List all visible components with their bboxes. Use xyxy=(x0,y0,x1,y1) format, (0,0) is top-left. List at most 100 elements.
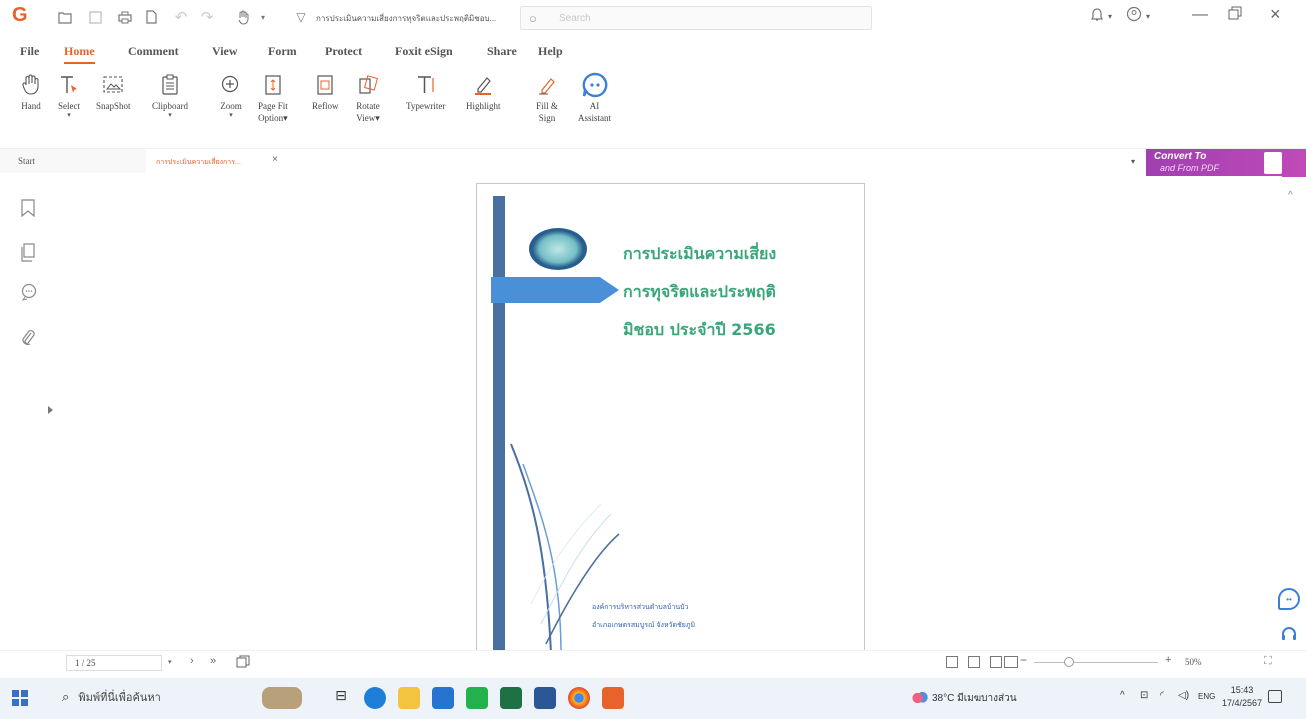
page-arrow-banner xyxy=(491,277,619,303)
ai-assistant-button[interactable]: AI Assistant xyxy=(578,70,611,124)
chevron-down-icon[interactable]: ▾ xyxy=(252,6,274,28)
ai-assistant-icon xyxy=(582,70,608,100)
close-button[interactable]: × xyxy=(1270,4,1281,25)
chevron-down-icon[interactable]: ▾ xyxy=(1146,12,1150,21)
account-icon[interactable] xyxy=(1126,6,1142,27)
full-screen-icon[interactable]: ⛶ xyxy=(1264,655,1272,668)
restore-button[interactable] xyxy=(1228,6,1242,25)
typewriter-button[interactable]: Typewriter xyxy=(406,70,445,112)
tab-comment[interactable]: Comment xyxy=(128,44,179,59)
task-view-icon[interactable]: ⊟ xyxy=(330,687,352,709)
foxit-app-icon[interactable] xyxy=(602,687,624,709)
convert-pdf-banner[interactable]: Convert To and From PDF xyxy=(1146,149,1306,177)
mail-icon[interactable] xyxy=(432,687,454,709)
page-thumbnails-icon[interactable] xyxy=(20,243,38,263)
network-icon[interactable]: ⊡ xyxy=(1140,690,1148,701)
expand-panel-icon[interactable] xyxy=(48,406,53,414)
wifi-icon[interactable]: ◜ xyxy=(1160,690,1164,701)
weather-widget[interactable]: 38°C มีเมฆบางส่วน xyxy=(912,691,1017,706)
search-icon: ⌕ xyxy=(62,689,70,704)
tab-list-dropdown-icon[interactable]: ▾ xyxy=(1131,157,1135,166)
page-number-input[interactable]: 1 / 25 xyxy=(66,655,162,671)
line-app-icon[interactable] xyxy=(466,687,488,709)
ribbon-toolbar: Hand Select ▾ SnapShot Clipboard ▾ Zoom … xyxy=(0,70,1306,150)
tab-help[interactable]: Help xyxy=(538,44,563,59)
fill-sign-pen-icon xyxy=(534,70,560,100)
undo-icon[interactable]: ↶ xyxy=(170,6,192,28)
search-input[interactable]: ○ Search xyxy=(520,6,872,30)
windows-start-icon[interactable] xyxy=(12,690,28,706)
facing-view-icon[interactable] xyxy=(990,656,1002,668)
comments-icon[interactable] xyxy=(20,283,38,303)
redo-icon[interactable]: ↷ xyxy=(196,6,218,28)
close-tab-icon[interactable]: × xyxy=(272,154,278,165)
word-icon[interactable] xyxy=(534,687,556,709)
floating-ai-assistant-icon[interactable]: •• xyxy=(1278,588,1300,610)
zoom-slider-track[interactable] xyxy=(1034,662,1158,663)
select-text-icon xyxy=(56,70,82,100)
open-file-icon[interactable] xyxy=(54,6,76,28)
notification-center-icon[interactable] xyxy=(1268,690,1282,703)
edge-browser-icon[interactable] xyxy=(364,687,386,709)
zoom-button[interactable]: Zoom ▾ xyxy=(218,70,244,120)
hand-button[interactable]: Hand xyxy=(18,70,44,112)
rotate-view-button[interactable]: Rotate View▾ xyxy=(355,70,381,124)
notification-bell-icon[interactable] xyxy=(1090,6,1104,27)
highlight-button[interactable]: Highlight xyxy=(466,70,501,112)
customize-toolbar-icon[interactable]: ▽ xyxy=(290,6,312,28)
save-icon[interactable] xyxy=(84,6,106,28)
snapshot-button[interactable]: SnapShot xyxy=(96,70,131,112)
tab-foxit-esign[interactable]: Foxit eSign xyxy=(395,44,453,59)
minimize-button[interactable]: — xyxy=(1192,6,1208,24)
tab-start[interactable]: Start xyxy=(0,149,146,173)
file-explorer-icon[interactable] xyxy=(398,687,420,709)
tab-home[interactable]: Home xyxy=(64,44,95,64)
chevron-down-icon[interactable]: ▾ xyxy=(1108,12,1112,21)
tab-protect[interactable]: Protect xyxy=(325,44,362,59)
weather-text: 38°C มีเมฆบางส่วน xyxy=(932,693,1017,704)
page-view-icon[interactable] xyxy=(236,655,250,671)
last-page-icon[interactable]: » xyxy=(210,655,216,667)
tab-view[interactable]: View xyxy=(212,44,238,59)
rotate-view-label: View▾ xyxy=(356,113,380,123)
tab-share[interactable]: Share xyxy=(487,44,517,59)
show-hidden-icons[interactable]: ^ xyxy=(1120,690,1125,701)
chrome-icon[interactable] xyxy=(568,687,590,709)
clock-time: 15:43 xyxy=(1230,685,1254,695)
single-page-view-icon[interactable] xyxy=(946,656,958,668)
excel-icon[interactable] xyxy=(500,687,522,709)
print-icon[interactable] xyxy=(114,6,136,28)
hand-tool-quick-icon[interactable] xyxy=(232,6,254,28)
menu-tabs: File Home Comment View Form Protect Foxi… xyxy=(0,44,700,66)
fill-and-sign-button[interactable]: Fill & Sign xyxy=(534,70,560,124)
fill-label: Fill & xyxy=(536,101,558,111)
page-dropdown-icon[interactable]: ▾ xyxy=(168,658,172,666)
scroll-up-icon[interactable]: ^ xyxy=(1288,190,1293,201)
zoom-slider-thumb[interactable] xyxy=(1064,657,1074,667)
new-document-icon[interactable] xyxy=(140,6,162,28)
tab-current-document[interactable]: การประเมินความเสี่ยงการ... × xyxy=(148,149,286,173)
zoom-level[interactable]: 50% xyxy=(1185,657,1202,667)
clipboard-button[interactable]: Clipboard ▾ xyxy=(152,70,188,120)
zoom-in-button[interactable]: + xyxy=(1165,654,1171,666)
bookmark-icon[interactable] xyxy=(20,198,38,218)
language-indicator[interactable]: ENG xyxy=(1198,692,1215,701)
left-navigation-panel xyxy=(0,176,56,646)
next-page-icon[interactable]: › xyxy=(190,655,194,667)
continuous-view-icon[interactable] xyxy=(968,656,980,668)
attachment-icon[interactable] xyxy=(20,328,38,348)
rotate-label: Rotate xyxy=(356,101,380,111)
zoom-out-button[interactable]: − xyxy=(1020,653,1027,667)
page-fit-option-label: Option▾ xyxy=(258,113,288,123)
tab-file[interactable]: File xyxy=(20,44,39,59)
continuous-facing-view-icon[interactable] xyxy=(1004,656,1018,668)
taskbar-search[interactable]: ⌕ พิมพ์ที่นี่เพื่อค้นหา xyxy=(62,688,161,706)
volume-icon[interactable]: ◁) xyxy=(1178,690,1189,701)
reflow-button[interactable]: Reflow xyxy=(312,70,339,112)
tab-form[interactable]: Form xyxy=(268,44,297,59)
select-button[interactable]: Select ▾ xyxy=(56,70,82,120)
support-headset-icon[interactable] xyxy=(1280,625,1298,643)
page-fit-option-text: Option xyxy=(258,113,284,123)
page-fit-option-button[interactable]: Page Fit Option▾ xyxy=(258,70,288,124)
taskbar-clock[interactable]: 15:43 17/4/2567 xyxy=(1222,684,1262,710)
